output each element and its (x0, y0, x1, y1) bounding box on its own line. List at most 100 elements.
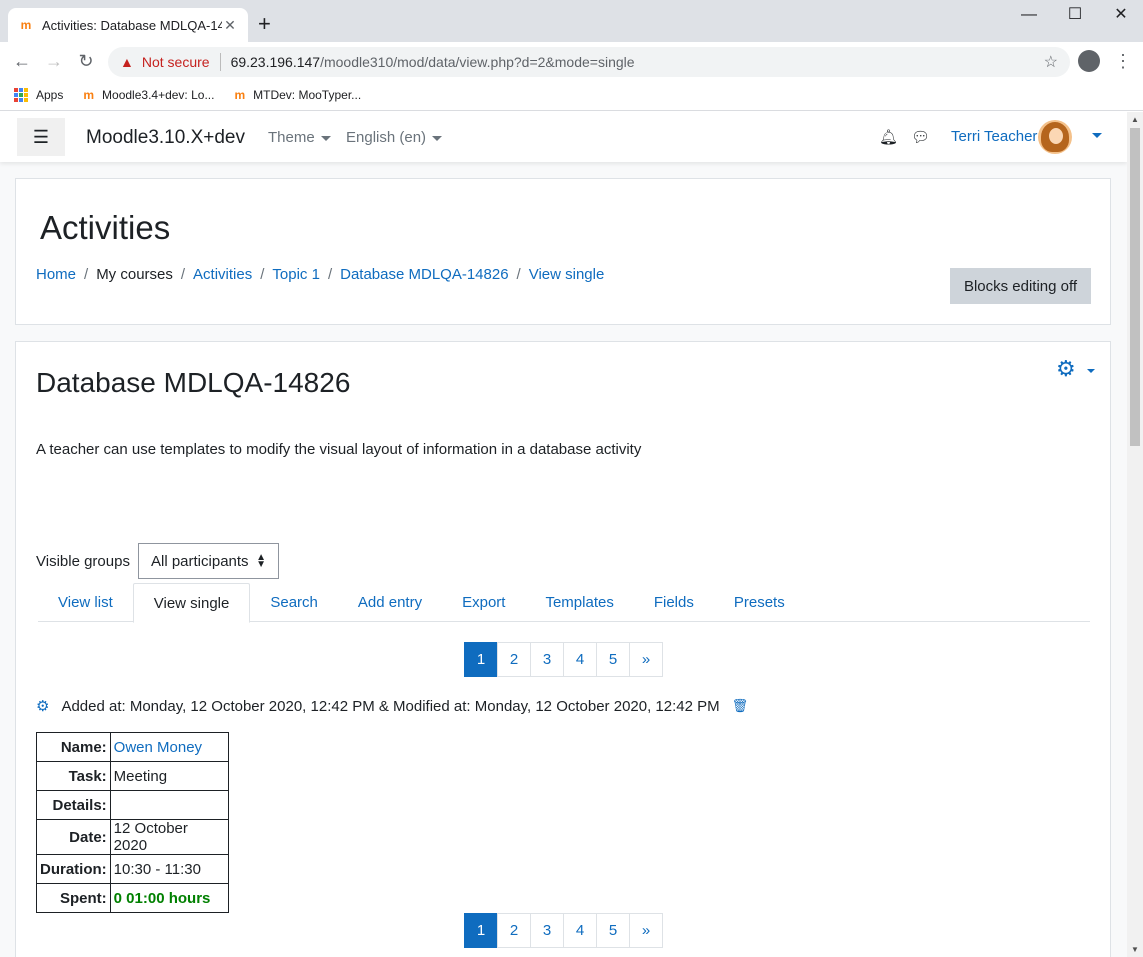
address-separator (219, 53, 221, 71)
scroll-down-icon[interactable]: ▼ (1131, 945, 1139, 954)
drawer-toggle-button[interactable]: ☰ (17, 118, 65, 156)
page-header-card: Activities Home / My courses / Activitie… (15, 178, 1111, 325)
page-next[interactable]: » (629, 913, 663, 948)
entry-table: Name: Owen Money Task: Meeting Details: Da… (36, 732, 229, 913)
edit-gear-icon[interactable]: ⚙ (36, 697, 49, 715)
notifications-bell-icon[interactable]: 🔔︎ (879, 128, 898, 146)
page-link[interactable]: 4 (563, 642, 597, 677)
breadcrumb-home[interactable]: Home (36, 266, 76, 283)
caret-down-icon[interactable] (1087, 369, 1095, 373)
tab-view-single[interactable]: View single (132, 583, 251, 623)
pagination-bottom: 1 2 3 4 5 » (464, 913, 663, 948)
url-host: 69.23.196.147 (230, 54, 321, 70)
tab-search[interactable]: Search (250, 583, 338, 622)
window-close-icon[interactable]: ✕ (1098, 4, 1143, 30)
site-name[interactable]: Moodle3.10.X+dev (86, 127, 245, 149)
tab-export[interactable]: Export (442, 583, 525, 622)
forward-icon[interactable]: → (42, 49, 66, 73)
back-icon[interactable]: ← (10, 49, 34, 73)
name-value[interactable]: Owen Money (109, 732, 229, 762)
page-scrollbar[interactable]: ▲ ▼ (1127, 112, 1143, 957)
visible-groups-value: All participants (151, 553, 249, 570)
account-icon[interactable] (1078, 50, 1100, 72)
scroll-up-icon[interactable]: ▲ (1131, 115, 1139, 124)
caret-down-icon (432, 135, 443, 141)
activity-intro: A teacher can use templates to modify th… (36, 441, 642, 458)
entry-meta-text: Added at: Monday, 12 October 2020, 12:42… (61, 697, 720, 715)
bookmark-apps[interactable]: Apps (14, 88, 63, 102)
reload-icon[interactable]: ↻ (74, 49, 98, 73)
task-value: Meeting (109, 761, 229, 791)
page-link[interactable]: 3 (530, 642, 564, 677)
pagination-top: 1 2 3 4 5 » (464, 642, 663, 677)
blocks-editing-button[interactable]: Blocks editing off (950, 268, 1091, 304)
page-link[interactable]: 2 (497, 913, 531, 948)
language-label: English (en) (346, 129, 427, 146)
breadcrumb-separator: / (180, 266, 186, 283)
breadcrumb-separator: / (84, 266, 89, 283)
tab-view-list[interactable]: View list (38, 583, 133, 622)
page-link[interactable]: 4 (563, 913, 597, 948)
avatar[interactable] (1038, 120, 1072, 154)
tab-strip: m Activities: Database MDLQA-148... ✕ + … (0, 0, 1143, 42)
breadcrumb-topic[interactable]: Topic 1 (272, 266, 320, 283)
tab-add-entry[interactable]: Add entry (338, 583, 442, 622)
browser-toolbar: ← → ↻ ▲ Not secure 69.23.196.147 /moodle… (0, 42, 1143, 80)
browser-tab[interactable]: m Activities: Database MDLQA-148... ✕ (8, 8, 248, 42)
messages-icon[interactable]: 💬︎ (911, 128, 930, 146)
user-name[interactable]: Terri Teacher (951, 128, 1037, 145)
theme-menu[interactable]: Theme (268, 129, 331, 146)
browser-chrome: m Activities: Database MDLQA-148... ✕ + … (0, 0, 1143, 111)
breadcrumb-activities[interactable]: Activities (193, 266, 252, 283)
name-label: Name: (36, 732, 111, 762)
bookmarks-bar: Apps m Moodle3.4+dev: Lo... m MTDev: Moo… (0, 80, 1143, 111)
page-next[interactable]: » (629, 642, 663, 677)
new-tab-button[interactable]: + (258, 12, 271, 36)
address-bar[interactable]: ▲ Not secure 69.23.196.147 /moodle310/mo… (108, 47, 1070, 77)
page-link[interactable]: 1 (464, 913, 498, 948)
details-value (109, 790, 229, 820)
maximize-icon[interactable]: ☐ (1052, 4, 1098, 30)
bookmark-label: Moodle3.4+dev: Lo... (102, 88, 215, 102)
warning-icon: ▲ (120, 54, 134, 70)
moodle-icon: m (234, 88, 246, 102)
bookmark-star-icon[interactable]: ☆ (1044, 52, 1058, 72)
activity-title: Database MDLQA-14826 (36, 367, 351, 398)
tab-close-icon[interactable]: ✕ (222, 17, 238, 34)
table-row: Name: Owen Money (36, 732, 229, 762)
page-link[interactable]: 5 (596, 913, 630, 948)
page-link[interactable]: 1 (464, 642, 498, 677)
page-link[interactable]: 3 (530, 913, 564, 948)
settings-gear-icon[interactable]: ⚙ (1056, 356, 1076, 382)
select-arrows-icon: ▲ ▼ (256, 552, 266, 570)
page-link[interactable]: 5 (596, 642, 630, 677)
visible-groups-select[interactable]: All participants ▲ ▼ (138, 543, 279, 579)
moodle-icon: m (83, 88, 95, 102)
breadcrumb-separator: / (327, 266, 333, 283)
page-link[interactable]: 2 (497, 642, 531, 677)
tab-fields[interactable]: Fields (634, 583, 714, 622)
tab-presets[interactable]: Presets (714, 583, 805, 622)
bookmark-label: Apps (36, 88, 64, 102)
tab-templates[interactable]: Templates (525, 583, 633, 622)
table-row: Date: 12 October 2020 (36, 819, 229, 855)
page-viewport: ☰ Moodle3.10.X+dev Theme English (en) 🔔︎… (0, 112, 1127, 957)
visible-groups-label: Visible groups (36, 553, 130, 570)
browser-menu-icon[interactable]: ⋮ (1114, 50, 1132, 72)
breadcrumb-my-courses: My courses (96, 266, 173, 283)
breadcrumb-database[interactable]: Database MDLQA-14826 (340, 266, 508, 283)
page-title: Activities (40, 209, 171, 246)
not-secure-label[interactable]: Not secure (142, 54, 210, 70)
bookmark-moodle34[interactable]: m Moodle3.4+dev: Lo... (83, 88, 214, 102)
delete-trash-icon[interactable]: 🗑︎ (732, 698, 749, 714)
language-menu[interactable]: English (en) (346, 129, 443, 146)
table-row: Spent: 0 01:00 hours (36, 883, 229, 913)
scrollbar-thumb[interactable] (1130, 128, 1140, 446)
table-row: Duration: 10:30 - 11:30 (36, 854, 229, 884)
bookmark-mtdev[interactable]: m MTDev: MooTyper... (234, 88, 361, 102)
user-menu-caret-icon[interactable] (1092, 133, 1102, 138)
breadcrumb-view-single[interactable]: View single (529, 266, 605, 283)
minimize-icon[interactable]: — (1006, 4, 1052, 30)
date-label: Date: (36, 819, 111, 855)
apps-grid-icon (14, 88, 28, 102)
